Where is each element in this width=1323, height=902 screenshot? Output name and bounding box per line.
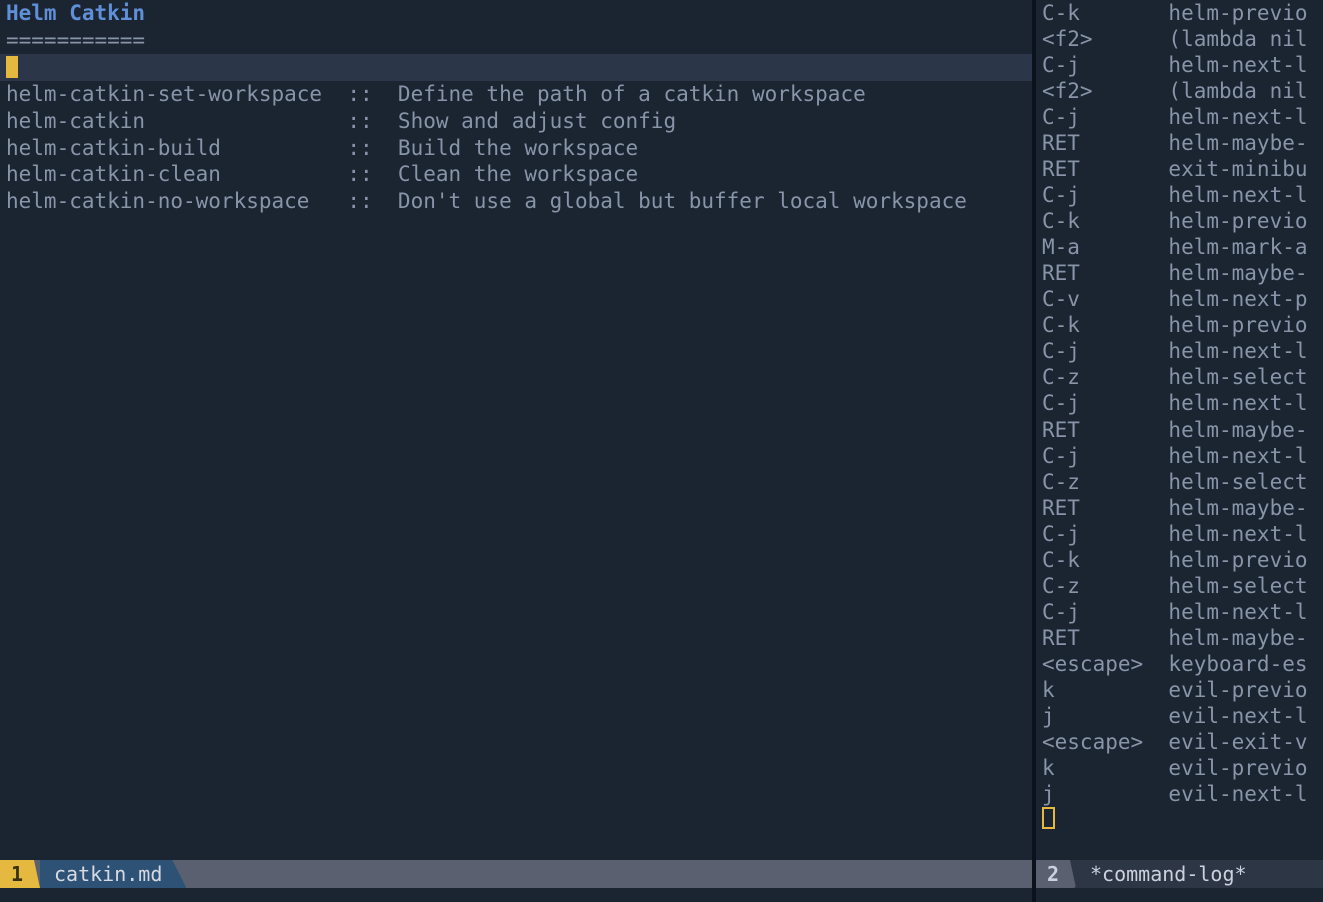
- log-row: C-z helm-select: [1042, 573, 1317, 599]
- cursor: [6, 56, 18, 78]
- command-log-buffer[interactable]: C-k helm-previo<f2> (lambda nilC-j helm-…: [1036, 0, 1323, 835]
- log-row: <f2> (lambda nil: [1042, 78, 1317, 104]
- log-row: C-j helm-next-l: [1042, 182, 1317, 208]
- log-row: C-j helm-next-l: [1042, 599, 1317, 625]
- log-row: j evil-next-l: [1042, 703, 1317, 729]
- modeline-left[interactable]: 1 catkin.md: [0, 860, 1032, 888]
- buffer-title: Helm Catkin: [6, 0, 1026, 27]
- command-list: helm-catkin-set-workspace :: Define the …: [6, 81, 1026, 215]
- modeline-buffer-name: *command-log*: [1076, 860, 1261, 888]
- log-row: C-j helm-next-l: [1042, 104, 1317, 130]
- minibuffer-area[interactable]: [1036, 888, 1323, 902]
- editor-window: Helm Catkin =========== helm-catkin-set-…: [0, 0, 1323, 902]
- main-buffer-pane[interactable]: Helm Catkin =========== helm-catkin-set-…: [0, 0, 1036, 902]
- window-number-badge: 1: [0, 860, 40, 888]
- log-row: j evil-next-l: [1042, 781, 1317, 807]
- modeline-buffer-name: catkin.md: [40, 860, 186, 888]
- command-row[interactable]: helm-catkin-clean :: Clean the workspace: [6, 161, 1026, 188]
- log-row: C-k helm-previo: [1042, 0, 1317, 26]
- log-row: C-v helm-next-p: [1042, 286, 1317, 312]
- current-line-highlight[interactable]: [0, 54, 1032, 81]
- log-row: C-j helm-next-l: [1042, 521, 1317, 547]
- log-row: RET helm-maybe-: [1042, 625, 1317, 651]
- log-row: RET helm-maybe-: [1042, 417, 1317, 443]
- buffer-title-underline: ===========: [6, 27, 1026, 54]
- command-row[interactable]: helm-catkin :: Show and adjust config: [6, 108, 1026, 135]
- log-row: C-k helm-previo: [1042, 312, 1317, 338]
- log-row: C-k helm-previo: [1042, 208, 1317, 234]
- log-row: C-j helm-next-l: [1042, 443, 1317, 469]
- log-row: M-a helm-mark-a: [1042, 234, 1317, 260]
- command-row[interactable]: helm-catkin-build :: Build the workspace: [6, 135, 1026, 162]
- cursor-outline: [1042, 807, 1055, 829]
- minibuffer-area[interactable]: [0, 888, 1032, 902]
- log-row: RET helm-maybe-: [1042, 130, 1317, 156]
- log-row: RET helm-maybe-: [1042, 260, 1317, 286]
- log-row: C-j helm-next-l: [1042, 338, 1317, 364]
- log-row: C-k helm-previo: [1042, 547, 1317, 573]
- log-cursor-row: [1042, 807, 1317, 835]
- log-row: RET helm-maybe-: [1042, 495, 1317, 521]
- log-row: C-j helm-next-l: [1042, 390, 1317, 416]
- modeline-right[interactable]: 2 *command-log*: [1036, 860, 1323, 888]
- log-row: k evil-previo: [1042, 677, 1317, 703]
- log-row: k evil-previo: [1042, 755, 1317, 781]
- log-row: RET exit-minibu: [1042, 156, 1317, 182]
- log-row: <f2> (lambda nil: [1042, 26, 1317, 52]
- log-row: C-j helm-next-l: [1042, 52, 1317, 78]
- log-row: C-z helm-select: [1042, 469, 1317, 495]
- command-log-pane[interactable]: C-k helm-previo<f2> (lambda nilC-j helm-…: [1036, 0, 1323, 902]
- log-row: <escape> evil-exit-v: [1042, 729, 1317, 755]
- log-row: C-z helm-select: [1042, 364, 1317, 390]
- window-number-badge: 2: [1036, 860, 1076, 888]
- command-row[interactable]: helm-catkin-no-workspace :: Don't use a …: [6, 188, 1026, 215]
- command-row[interactable]: helm-catkin-set-workspace :: Define the …: [6, 81, 1026, 108]
- main-buffer[interactable]: Helm Catkin =========== helm-catkin-set-…: [0, 0, 1032, 215]
- log-row: <escape> keyboard-es: [1042, 651, 1317, 677]
